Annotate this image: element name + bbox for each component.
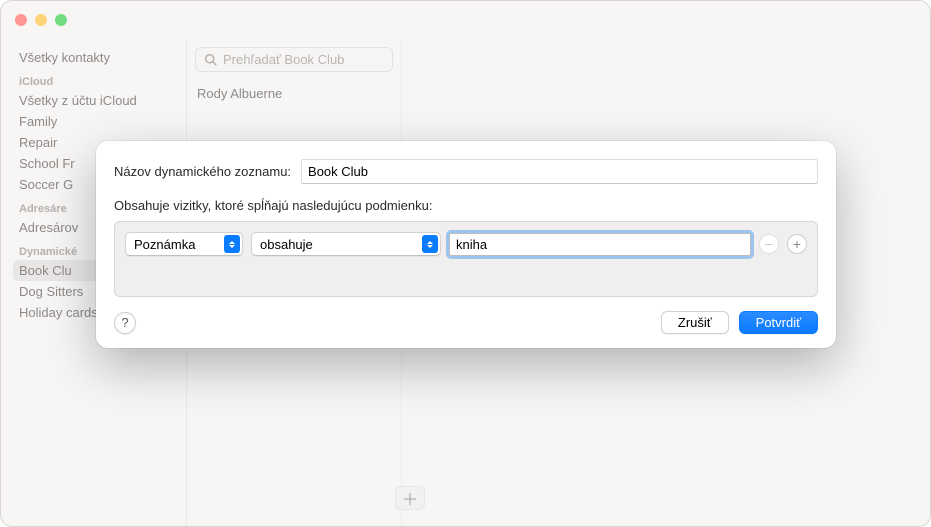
minus-icon: − (765, 237, 773, 251)
rule-operator-popup[interactable]: obsahuje (251, 232, 441, 256)
smart-list-name-input[interactable] (301, 159, 818, 184)
remove-rule-button[interactable]: − (759, 234, 779, 254)
rule-field-popup[interactable]: Poznámka (125, 232, 243, 256)
rules-container: Poznámka obsahuje − + (114, 221, 818, 297)
popup-arrows-icon (224, 235, 240, 253)
name-label: Názov dynamického zoznamu: (114, 164, 291, 179)
rule-operator-value: obsahuje (260, 237, 313, 252)
cancel-button[interactable]: Zrušiť (661, 311, 729, 334)
ok-button[interactable]: Potvrdiť (739, 311, 818, 334)
rule-field-value: Poznámka (134, 237, 195, 252)
smart-list-sheet: Názov dynamického zoznamu: Obsahuje vizi… (96, 141, 836, 348)
condition-label: Obsahuje vizitky, ktoré spĺňajú nasleduj… (114, 198, 818, 213)
rule-value-input[interactable] (449, 233, 751, 256)
contacts-window: Všetky kontakty iCloud Všetky z účtu iCl… (0, 0, 931, 527)
help-button[interactable]: ? (114, 312, 136, 334)
plus-icon: + (793, 237, 801, 251)
popup-arrows-icon (422, 235, 438, 253)
add-rule-button[interactable]: + (787, 234, 807, 254)
rule-row: Poznámka obsahuje − + (125, 232, 807, 256)
